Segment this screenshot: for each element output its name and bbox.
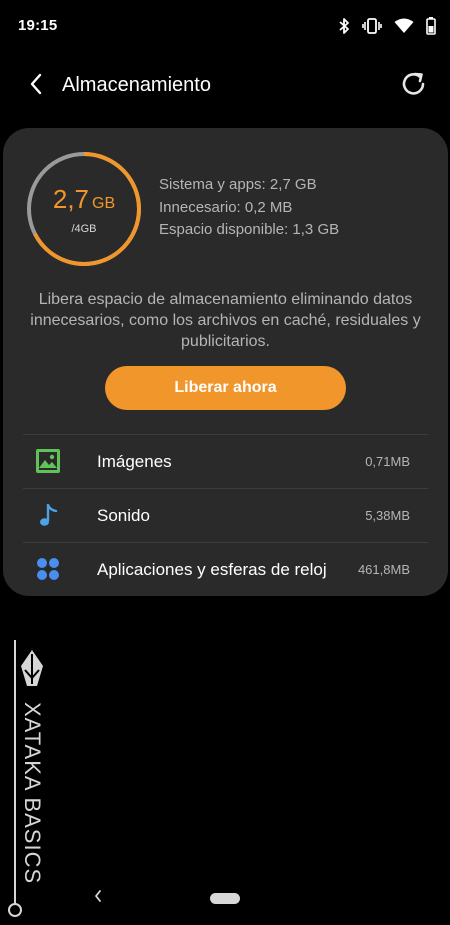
category-label: Imágenes [97,452,172,471]
storage-gauge: 2,7 GB /4GB [25,150,143,268]
status-time: 19:15 [18,17,58,34]
vibrate-icon [362,17,382,35]
apps-icon [35,556,61,582]
nav-home-pill[interactable] [210,893,240,904]
music-note-icon [35,502,61,528]
category-size: 461,8MB [357,562,410,577]
storage-card: 2,7 GB /4GB Sistema y apps: 2,7 GB Innece… [3,128,448,596]
category-label: Sonido [97,506,150,525]
status-bar: 19:15 [0,0,450,52]
gauge-used: 2,7 GB [25,184,143,215]
category-list: Imágenes 0,71MB Sonido 5,38MB Aplicacion… [23,434,428,596]
refresh-button[interactable] [394,66,434,106]
nav-back-icon [93,889,103,908]
category-size: 0,71MB [365,454,410,469]
bluetooth-icon [338,17,350,35]
list-item-images[interactable]: Imágenes 0,71MB [23,434,428,488]
image-icon [35,448,61,474]
storage-description: Libera espacio de almacenamiento elimina… [30,291,421,350]
back-button[interactable] [18,68,54,104]
wifi-icon [394,18,414,34]
screen: 19:15 Almacenamiento 2,7 GB /4GB Sistema… [0,0,450,925]
chevron-left-icon [29,73,43,100]
gauge-used-unit: GB [92,195,116,212]
nav-back-button[interactable] [88,888,108,908]
watermark-logo-icon [17,648,47,701]
page-title: Almacenamiento [62,74,211,96]
refresh-icon [401,71,427,102]
battery-icon [426,17,436,35]
list-item-sound[interactable]: Sonido 5,38MB [23,488,428,542]
watermark-line [14,640,16,908]
stat-system-apps: Sistema y apps: 2,7 GB [159,176,317,193]
watermark-dot [8,903,22,917]
watermark-text: XATAKA BASICS [20,702,45,885]
list-item-apps[interactable]: Aplicaciones y esferas de reloj 461,8MB [23,542,428,596]
stat-unnecessary: Innecesario: 0,2 MB [159,198,293,216]
gauge-total: /4GB [71,223,97,235]
status-icons [338,14,436,38]
category-label: Aplicaciones y esferas de reloj [97,560,327,579]
category-size: 5,38MB [365,508,410,523]
app-header: Almacenamiento [0,60,450,112]
watermark: XATAKA BASICS [0,640,60,925]
storage-stats: Sistema y apps: 2,7 GB Innecesario: 0,2 … [159,174,339,242]
stat-available: Espacio disponible: 1,3 GB [159,221,340,238]
free-now-button[interactable]: Liberar ahora [105,366,346,410]
gauge-used-value: 2,7 [52,184,90,214]
